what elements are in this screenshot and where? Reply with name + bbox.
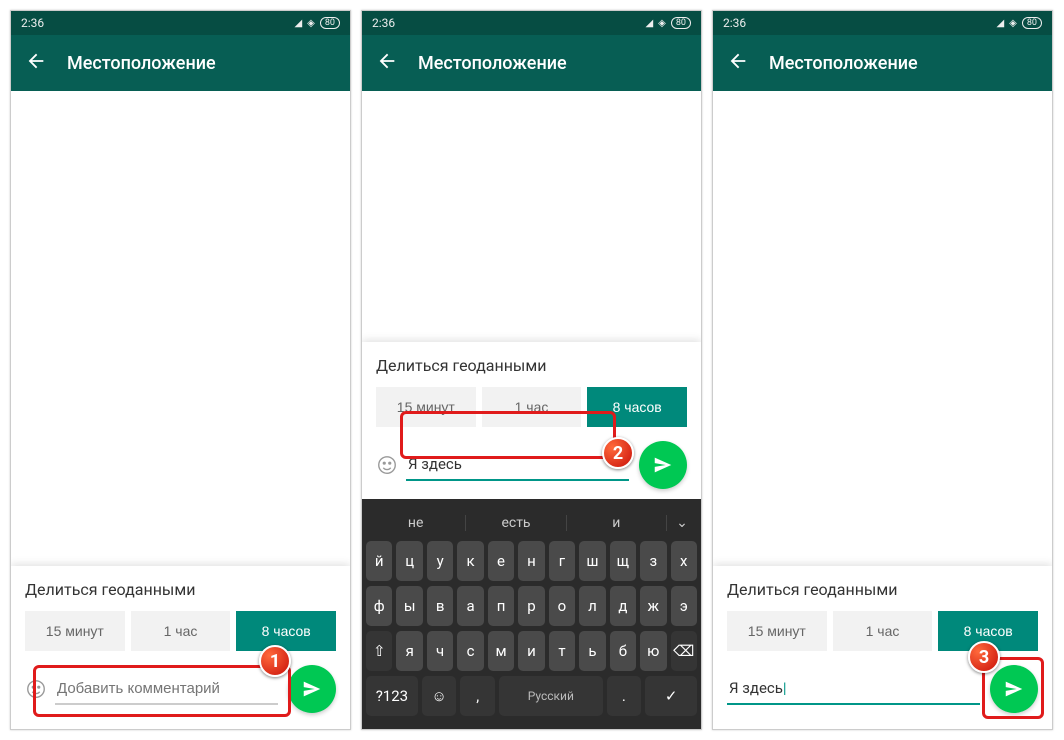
send-button[interactable] (639, 441, 687, 489)
emoji-icon[interactable] (25, 678, 47, 700)
wifi-icon: ◈ (307, 18, 315, 29)
back-icon[interactable] (376, 50, 398, 77)
comment-input[interactable]: Я здесь| (727, 673, 980, 705)
expand-suggestions-icon[interactable]: ⌄ (667, 515, 697, 531)
duration-segmented: 15 минут 1 час 8 часов (376, 387, 687, 427)
suggestion-bar[interactable]: не есть и ⌄ (366, 505, 697, 541)
wifi-icon: ◈ (1009, 18, 1017, 29)
shift-key[interactable]: ⇧ (366, 631, 392, 671)
app-bar: Местоположение (11, 35, 350, 91)
duration-1hour[interactable]: 1 час (131, 611, 231, 651)
comma-key[interactable]: , (460, 676, 495, 716)
clock: 2:36 (372, 16, 395, 30)
share-panel: Делиться геоданными 15 минут 1 час 8 час… (11, 566, 350, 729)
status-bar: 2:36 ◢ ◈ 80 (11, 11, 350, 35)
period-key[interactable]: . (607, 676, 642, 716)
emoji-key[interactable]: ☺ (422, 676, 457, 716)
signal-icon: ◢ (996, 18, 1004, 29)
duration-15min[interactable]: 15 минут (25, 611, 125, 651)
signal-icon: ◢ (294, 18, 302, 29)
send-button[interactable] (288, 665, 336, 713)
map-area[interactable]: Гарант, рынок МРЭО № 1 ГИБДД ГУ МВД Росс… (362, 91, 701, 342)
step-badge-1: 1 (259, 645, 291, 677)
clock: 2:36 (21, 16, 44, 30)
step-badge-3: 3 (968, 641, 1000, 673)
suggestion-1[interactable]: не (366, 515, 466, 531)
wifi-icon: ◈ (658, 18, 666, 29)
battery-indicator: 80 (671, 17, 691, 29)
duration-8hours[interactable]: 8 часов (587, 387, 687, 427)
map-area[interactable]: Детский центр развития Lollipop Гарант, … (11, 91, 350, 566)
comment-input[interactable]: Я здесь (406, 449, 629, 481)
panel-title: Делиться геоданными (25, 580, 336, 599)
suggestion-2[interactable]: есть (466, 515, 566, 531)
duration-8hours[interactable]: 8 часов (236, 611, 336, 651)
app-title: Местоположение (418, 53, 567, 74)
duration-1hour[interactable]: 1 час (482, 387, 582, 427)
backspace-key[interactable]: ⌫ (671, 631, 697, 671)
back-icon[interactable] (25, 50, 47, 77)
clock: 2:36 (723, 16, 746, 30)
comment-input-holder (25, 674, 278, 705)
panel-title: Делиться геоданными (727, 580, 1038, 599)
duration-1hour[interactable]: 1 час (833, 611, 933, 651)
suggestion-3[interactable]: и (567, 515, 667, 531)
status-bar: 2:36 ◢ ◈ 80 (362, 11, 701, 35)
emoji-icon[interactable] (376, 454, 398, 476)
duration-15min[interactable]: 15 минут (376, 387, 476, 427)
app-title: Местоположение (769, 53, 918, 74)
soft-keyboard[interactable]: не есть и ⌄ й ц у к е н г ш щ з х (362, 499, 701, 729)
status-icons: ◢ ◈ 80 (294, 17, 340, 29)
duration-segmented: 15 минут 1 час 8 часов (25, 611, 336, 651)
duration-15min[interactable]: 15 минут (727, 611, 827, 651)
step-badge-2: 2 (602, 437, 634, 469)
screen-2: 2:36 ◢ ◈ 80 Местоположение (361, 10, 702, 730)
battery-indicator: 80 (1022, 17, 1042, 29)
enter-key[interactable]: ✓ (645, 676, 697, 716)
map-area[interactable]: Детский центр развития Lollipop Гарант, … (713, 91, 1052, 566)
signal-icon: ◢ (645, 18, 653, 29)
share-panel: Делиться геоданными 15 минут 1 час 8 час… (362, 342, 701, 499)
app-title: Местоположение (67, 53, 216, 74)
app-bar: Местоположение (713, 35, 1052, 91)
panel-title: Делиться геоданными (376, 356, 687, 375)
send-button[interactable] (990, 665, 1038, 713)
space-key[interactable]: Русский (499, 676, 603, 716)
comment-input[interactable] (55, 674, 278, 705)
share-panel: Делиться геоданными 15 минут 1 час 8 час… (713, 566, 1052, 729)
symbols-key[interactable]: ?123 (366, 676, 418, 716)
battery-indicator: 80 (320, 17, 340, 29)
app-bar: Местоположение (362, 35, 701, 91)
screen-1: 2:36 ◢ ◈ 80 Местоположение (10, 10, 351, 730)
back-icon[interactable] (727, 50, 749, 77)
screen-3: 2:36 ◢ ◈ 80 Местоположение (712, 10, 1053, 730)
status-bar: 2:36 ◢ ◈ 80 (713, 11, 1052, 35)
